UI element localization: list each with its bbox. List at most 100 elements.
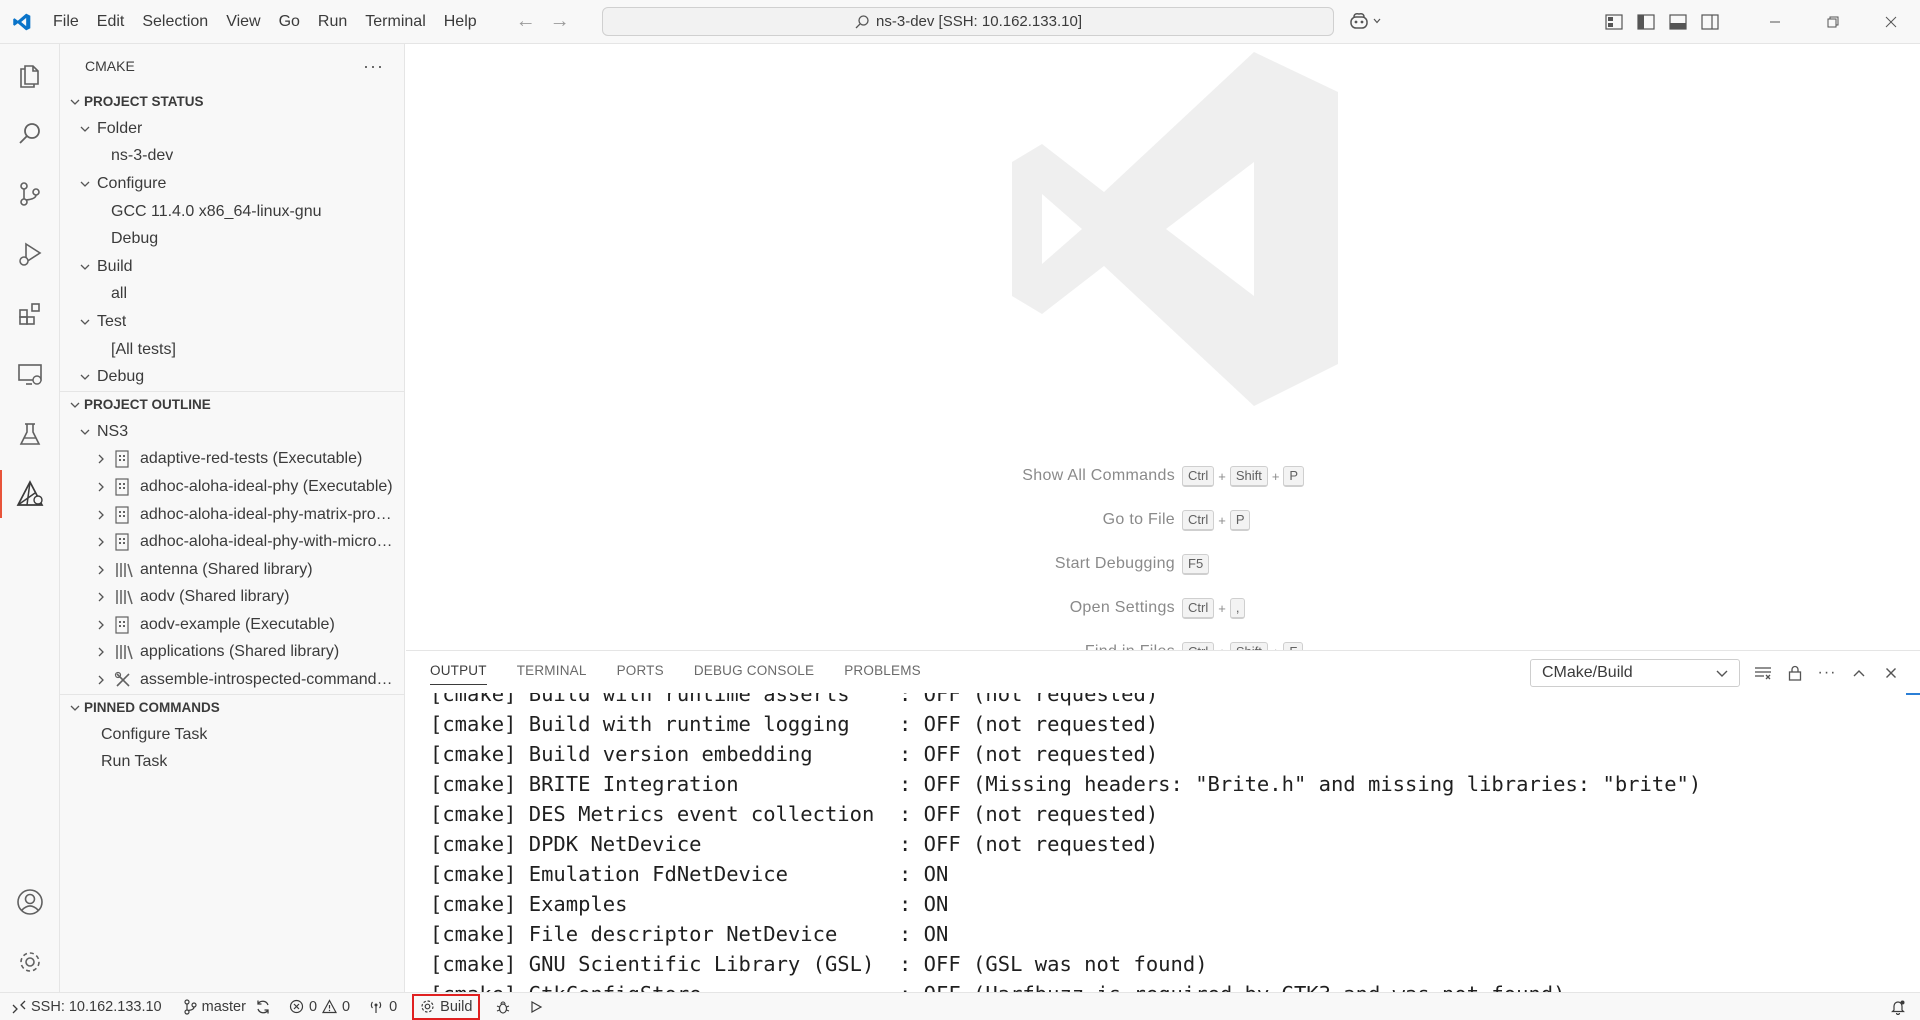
close-icon[interactable] [1862,0,1920,44]
search-icon[interactable] [0,104,60,164]
status-bar: SSH: 10.162.133.10 master 0 0 0 Build [0,992,1920,1020]
chevron-right-icon [92,619,110,631]
status-item-build-target[interactable]: all [60,281,404,309]
status-bar-right [1890,993,1906,1020]
outline-item[interactable]: adhoc-aloha-ideal-phy-matrix-propagation… [60,501,404,529]
menu-selection[interactable]: Selection [133,0,217,44]
error-count: 0 [308,998,318,1015]
forwarded-ports[interactable]: 0 [359,993,406,1020]
outline-item[interactable]: aodv-example (Executable) [60,611,404,639]
remote-icon [12,1000,26,1013]
tab-output[interactable]: OUTPUT [430,651,487,691]
scrollbar-marker[interactable] [1906,693,1920,695]
status-group-test[interactable]: Test [60,308,404,336]
outline-item[interactable]: adhoc-aloha-ideal-phy (Executable) [60,473,404,501]
status-group-configure[interactable]: Configure [60,170,404,198]
close-panel-icon[interactable] [1878,659,1904,687]
output-channel-select[interactable]: CMake/Build [1530,659,1740,687]
forward-arrow-icon[interactable]: → [550,10,570,33]
customize-layout-icon[interactable] [1598,0,1630,44]
status-item-tests[interactable]: [All tests] [60,336,404,364]
gear-icon [421,1000,434,1013]
cmake-build-button[interactable]: Build [412,993,481,1020]
extensions-icon[interactable] [0,284,60,344]
section-project-status[interactable]: PROJECT STATUS [60,88,404,115]
cmake-debug-button[interactable] [486,993,520,1020]
chevron-down-icon [76,123,94,135]
lock-icon[interactable] [1782,659,1808,687]
group-label: Debug [97,368,145,386]
output-line: [cmake] DES Metrics event collection : O… [430,802,1159,826]
group-label: Build [97,257,133,275]
menu-run[interactable]: Run [309,0,356,44]
shortcut-row-open-settings: Open Settings Ctrl + , [406,596,1920,620]
remote-indicator[interactable]: SSH: 10.162.133.10 [0,993,174,1020]
copilot-menu[interactable] [1348,10,1382,32]
testing-icon[interactable] [0,404,60,464]
maximize-panel-icon[interactable] [1846,659,1872,687]
chevron-down-icon [1716,670,1728,677]
back-arrow-icon[interactable]: ← [516,10,536,33]
error-icon [289,999,304,1014]
more-actions-icon[interactable]: ··· [1814,659,1840,687]
tab-terminal[interactable]: TERMINAL [517,651,587,691]
git-branch[interactable]: master [174,993,280,1020]
pinned-command-run-task[interactable]: Run Task [60,748,404,776]
menu-edit[interactable]: Edit [88,0,134,44]
notifications-bell-icon[interactable] [1890,999,1906,1015]
tab-debug-console[interactable]: DEBUG CONSOLE [694,651,814,691]
run-debug-icon[interactable] [0,224,60,284]
toggle-secondary-sidebar-icon[interactable] [1694,0,1726,44]
menu-terminal[interactable]: Terminal [356,0,434,44]
status-item-kit[interactable]: GCC 11.4.0 x86_64-linux-gnu [60,198,404,226]
restore-icon[interactable] [1804,0,1862,44]
vscode-logo-icon[interactable] [0,0,44,44]
menu-view[interactable]: View [217,0,269,44]
pinned-command-configure-task[interactable]: Configure Task [60,721,404,749]
status-group-debug[interactable]: Debug [60,363,404,391]
status-item-folder-value[interactable]: ns-3-dev [60,143,404,171]
remote-explorer-icon[interactable] [0,344,60,404]
source-control-icon[interactable] [0,164,60,224]
toggle-panel-icon[interactable] [1662,0,1694,44]
menu-go[interactable]: Go [270,0,309,44]
accounts-icon[interactable] [0,872,60,932]
section-pinned-commands[interactable]: PINNED COMMANDS [60,693,404,721]
outline-item[interactable]: adaptive-red-tests (Executable) [60,446,404,474]
outline-item[interactable]: applications (Shared library) [60,639,404,667]
outline-item[interactable]: assemble-introspected-command-line (Util… [60,666,404,694]
explorer-icon[interactable] [0,44,60,104]
problems-indicator[interactable]: 0 0 [280,993,359,1020]
cmake-launch-button[interactable] [520,993,552,1020]
status-group-folder[interactable]: Folder [60,115,404,143]
vscode-watermark-logo [986,44,1356,419]
minimize-icon[interactable] [1746,0,1804,44]
tab-ports[interactable]: PORTS [617,651,664,691]
sync-icon[interactable] [255,999,271,1015]
outline-item[interactable]: adhoc-aloha-ideal-phy-with-microwave-ove… [60,528,404,556]
menu-help[interactable]: Help [435,0,486,44]
section-project-outline[interactable]: PROJECT OUTLINE [60,390,404,418]
warning-icon [322,999,338,1014]
manage-gear-icon[interactable] [0,932,60,992]
menu-file[interactable]: File [44,0,88,44]
output-line: [cmake] File descriptor NetDevice : ON [430,922,949,946]
tab-problems[interactable]: PROBLEMS [844,651,921,691]
status-item-variant[interactable]: Debug [60,225,404,253]
group-label: Folder [97,119,143,137]
more-actions-icon[interactable]: ··· [363,56,384,77]
filter-list-icon[interactable] [1750,659,1776,687]
output-log[interactable]: [cmake] Build with runtime asserts : OFF… [430,693,1900,993]
search-icon [855,14,869,28]
outline-item[interactable]: antenna (Shared library) [60,556,404,584]
toggle-primary-sidebar-icon[interactable] [1630,0,1662,44]
section-title: PROJECT STATUS [84,94,204,109]
bottom-panel: OUTPUT TERMINAL PORTS DEBUG CONSOLE PROB… [406,650,1920,993]
cmake-icon[interactable] [0,464,60,524]
command-center[interactable]: ns-3-dev [SSH: 10.162.133.10] [602,7,1334,36]
status-group-build[interactable]: Build [60,253,404,281]
section-title: PINNED COMMANDS [84,700,220,716]
chevron-right-icon [92,453,110,465]
outline-root-ns3[interactable]: NS3 [60,418,404,446]
outline-item[interactable]: aodv (Shared library) [60,584,404,612]
